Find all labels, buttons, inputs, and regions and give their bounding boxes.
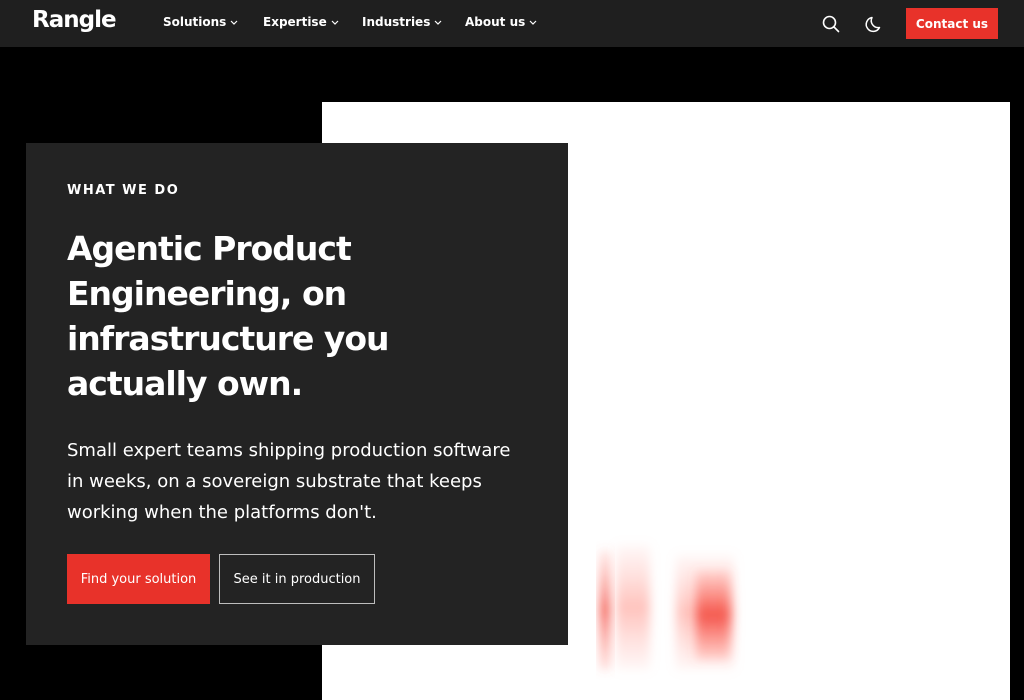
hero-card: WHAT WE DO Agentic Product Engineering, … bbox=[26, 143, 568, 645]
section-eyebrow: WHAT WE DO bbox=[67, 183, 180, 198]
nav-item-industries[interactable]: Industries bbox=[362, 15, 443, 29]
see-it-in-production-button[interactable]: See it in production bbox=[219, 554, 375, 604]
chevron-down-icon bbox=[230, 20, 238, 25]
nav-item-expertise[interactable]: Expertise bbox=[263, 15, 340, 29]
chevron-down-icon bbox=[434, 20, 442, 25]
contact-us-button[interactable]: Contact us bbox=[906, 8, 998, 39]
nav-item-label: Expertise bbox=[263, 15, 327, 29]
find-your-solution-button[interactable]: Find your solution bbox=[67, 554, 210, 604]
hero-graphic bbox=[600, 545, 734, 670]
moon-icon[interactable] bbox=[864, 13, 886, 35]
hero-title: Agentic Product Engineering, on infrastr… bbox=[67, 229, 390, 403]
top-navigation-bar: Rangle Solutions Expertise Industries Ab… bbox=[0, 0, 1024, 47]
search-icon[interactable] bbox=[820, 13, 842, 35]
chevron-down-icon bbox=[331, 20, 339, 25]
nav-item-label: Industries bbox=[362, 15, 431, 29]
nav-item-about-us[interactable]: About us bbox=[465, 15, 538, 29]
nav-item-label: About us bbox=[465, 15, 526, 29]
hero-subtitle: Small expert teams shipping production s… bbox=[67, 440, 511, 523]
nav-item-solutions[interactable]: Solutions bbox=[163, 15, 239, 29]
chevron-down-icon bbox=[529, 20, 537, 25]
logo[interactable]: Rangle bbox=[32, 7, 117, 33]
nav-item-label: Solutions bbox=[163, 15, 227, 29]
